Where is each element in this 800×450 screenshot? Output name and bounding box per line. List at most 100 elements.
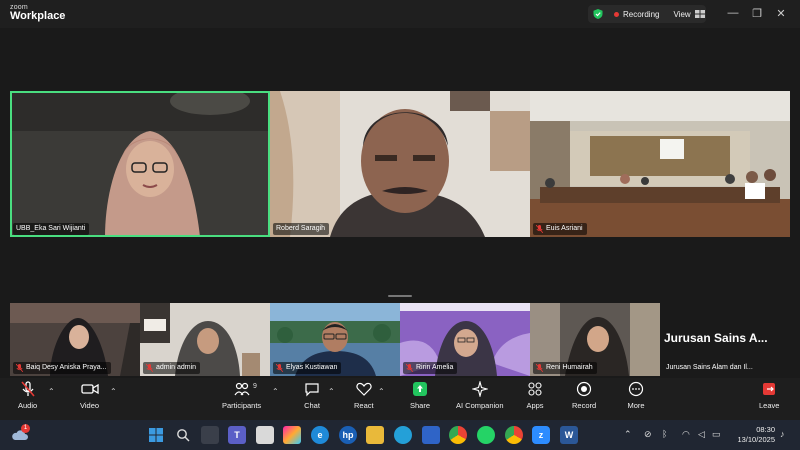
participant-name: Elyas Kustiawan xyxy=(286,364,338,371)
word-icon[interactable]: W xyxy=(560,426,578,444)
apps-button[interactable]: Apps xyxy=(526,380,544,410)
video-tile[interactable]: Reni Humairah xyxy=(530,303,660,376)
battery-icon[interactable]: ▭ xyxy=(712,429,721,440)
notification-badge: 1 xyxy=(21,424,30,433)
mic-muted-icon xyxy=(536,364,543,372)
app-icon[interactable] xyxy=(394,426,412,444)
mic-muted-icon xyxy=(16,364,23,372)
view-button[interactable]: View xyxy=(673,10,690,19)
participant-name: Ririn Amelia xyxy=(416,364,454,371)
leave-button[interactable]: Leave xyxy=(759,380,779,410)
edge-browser-icon[interactable]: e xyxy=(311,426,329,444)
participant-name: Reni Humairah xyxy=(546,364,593,371)
participant-video xyxy=(530,91,790,237)
restore-button[interactable]: ❐ xyxy=(750,6,764,20)
chrome-icon[interactable] xyxy=(505,426,523,444)
more-label: More xyxy=(627,401,645,410)
leave-door-icon xyxy=(760,380,778,398)
participant-name: Euis Asriani xyxy=(546,225,583,232)
participant-name-tag: Elyas Kustiawan xyxy=(273,362,342,374)
wifi-icon[interactable]: ◠ xyxy=(682,429,690,440)
video-options-chevron-icon[interactable]: ⌃ xyxy=(110,387,117,396)
teams-icon[interactable]: T xyxy=(228,426,246,444)
resize-handle[interactable] xyxy=(388,295,412,297)
copilot-icon[interactable] xyxy=(283,426,301,444)
video-button[interactable]: Video xyxy=(80,380,99,410)
participant-name-tag: UBB_Eka Sari Wijianti xyxy=(13,223,90,235)
whatsapp-icon[interactable] xyxy=(477,426,495,444)
notifications-bell-icon[interactable]: ♪ xyxy=(780,429,785,439)
windows-start-icon[interactable] xyxy=(147,426,165,444)
participant-name-tag: Baiq Desy Aniska Praya... xyxy=(13,362,111,374)
meeting-stage: UBB_Eka Sari Wijianti Roberd Saragih Eui… xyxy=(0,28,800,378)
participant-name-tag: Ririn Amelia xyxy=(403,362,458,374)
mic-muted-icon xyxy=(406,364,413,372)
network-off-icon[interactable]: ⊘ xyxy=(644,429,652,440)
heart-icon xyxy=(355,380,373,398)
audio-options-chevron-icon[interactable]: ⌃ xyxy=(48,387,55,396)
app-brand: zoom Workplace xyxy=(10,4,65,22)
zoom-icon[interactable]: z xyxy=(532,426,550,444)
minimize-button[interactable]: — xyxy=(726,6,740,20)
leave-label: Leave xyxy=(759,401,780,410)
recording-status[interactable]: Recording xyxy=(623,10,659,19)
system-clock[interactable]: 08:30 13/10/2025 xyxy=(733,425,775,445)
zoom-window: zoom Workplace Recording View — ❐ ✕ UBB_… xyxy=(0,0,800,450)
participant-name: UBB_Eka Sari Wijianti xyxy=(16,225,86,232)
more-button[interactable]: More xyxy=(627,380,645,410)
react-label: React xyxy=(354,401,374,410)
participant-name-tag: Reni Humairah xyxy=(533,362,597,374)
people-icon xyxy=(233,380,251,398)
mic-muted-icon xyxy=(276,364,283,372)
name-only-tile[interactable]: Jurusan Sains A... Jurusan Sains Alam da… xyxy=(660,303,790,376)
grid-view-icon[interactable] xyxy=(694,10,705,18)
chat-button[interactable]: Chat xyxy=(303,380,321,410)
ai-companion-button[interactable]: AI Companion xyxy=(456,380,504,410)
participant-display-name: Jurusan Sains A... xyxy=(664,331,768,345)
file-explorer-icon[interactable] xyxy=(366,426,384,444)
participant-name: Roberd Saragih xyxy=(276,225,326,232)
clock-date: 13/10/2025 xyxy=(737,435,775,444)
shield-check-icon xyxy=(593,9,603,19)
record-icon xyxy=(575,380,593,398)
task-view-icon[interactable] xyxy=(201,426,219,444)
participants-options-chevron-icon[interactable]: ⌃ xyxy=(272,387,279,396)
react-options-chevron-icon[interactable]: ⌃ xyxy=(378,387,385,396)
participant-name: admin admin xyxy=(156,364,197,371)
brand-bottom: Workplace xyxy=(10,10,66,22)
app-window-icon[interactable] xyxy=(256,426,274,444)
chat-options-chevron-icon[interactable]: ⌃ xyxy=(328,387,335,396)
share-button[interactable]: Share xyxy=(410,380,430,410)
audio-button[interactable]: Audio xyxy=(18,380,37,410)
mic-muted-icon xyxy=(146,364,153,372)
hp-icon[interactable]: hp xyxy=(339,426,357,444)
video-off-icon xyxy=(80,380,99,398)
clock-time: 08:30 xyxy=(756,425,775,434)
video-tile[interactable]: UBB_Eka Sari Wijianti xyxy=(10,91,270,237)
chat-label: Chat xyxy=(304,401,320,410)
video-tile[interactable]: Roberd Saragih xyxy=(270,91,530,237)
participant-name: Jurusan Sains Alam dan Il... xyxy=(666,364,753,371)
bluetooth-icon[interactable]: ᛒ xyxy=(662,429,667,439)
close-button[interactable]: ✕ xyxy=(774,6,788,20)
chrome-icon[interactable] xyxy=(449,426,467,444)
video-tile[interactable]: Baiq Desy Aniska Praya... xyxy=(10,303,140,376)
chevron-up-icon[interactable]: ⌃ xyxy=(624,429,632,440)
react-button[interactable]: React xyxy=(354,380,374,410)
video-tile[interactable]: Euis Asriani xyxy=(530,91,790,237)
title-bar: zoom Workplace Recording View — ❐ ✕ xyxy=(0,0,800,28)
record-button[interactable]: Record xyxy=(572,380,596,410)
participants-label: Participants xyxy=(222,401,262,410)
audio-label: Audio xyxy=(18,401,38,410)
recording-dot-icon xyxy=(614,11,619,17)
windows-taskbar: 1 T e hp z W ⌃ ⊘ ᛒ ◠ ◁ ▭ 08:30 13/10/202… xyxy=(0,420,800,450)
participant-name-tag: Roberd Saragih xyxy=(273,223,330,235)
video-tile[interactable]: admin admin xyxy=(140,303,270,376)
volume-icon[interactable]: ◁ xyxy=(698,429,705,440)
video-tile[interactable]: Ririn Amelia xyxy=(400,303,530,376)
video-tile[interactable]: Elyas Kustiawan xyxy=(270,303,400,376)
chat-bubble-icon xyxy=(303,380,321,398)
share-label: Share xyxy=(410,401,431,410)
store-icon[interactable] xyxy=(422,426,440,444)
search-icon[interactable] xyxy=(174,426,192,444)
